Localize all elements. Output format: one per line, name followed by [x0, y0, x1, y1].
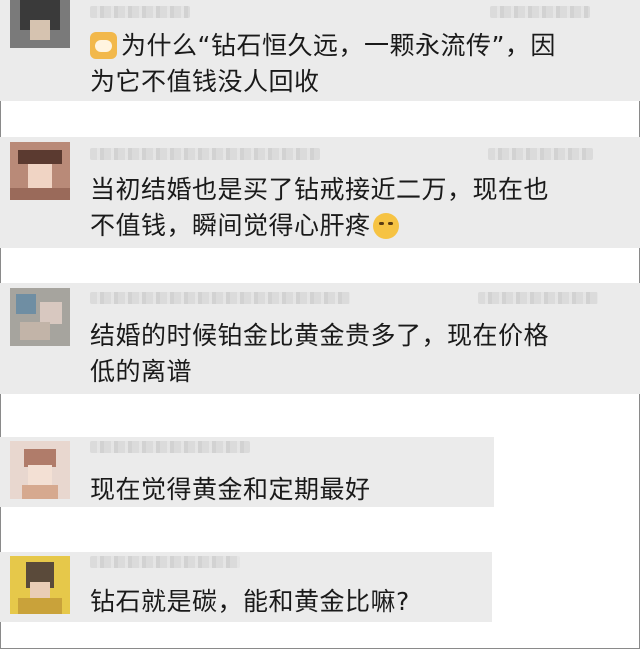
username-blurred	[90, 6, 190, 18]
username-blurred	[90, 441, 250, 453]
username-blurred	[90, 148, 320, 160]
comment-text: 钻石就是碳，能和黄金比嘛?	[90, 587, 410, 616]
avatar[interactable]	[10, 441, 70, 499]
comment-text: 当初结婚也是买了钻戒接近二万，现在也 不值钱，瞬间觉得心肝疼	[90, 175, 550, 240]
dog-emoji-icon	[90, 32, 117, 59]
crying-face-emoji-icon	[372, 213, 399, 239]
avatar[interactable]	[10, 0, 70, 48]
timestamp-blurred	[488, 148, 593, 160]
avatar[interactable]	[10, 142, 70, 200]
username-blurred	[90, 292, 350, 304]
username-blurred	[90, 556, 240, 568]
timestamp-blurred	[490, 6, 590, 18]
timestamp-blurred	[478, 292, 598, 304]
comment-text: 为什么“钻石恒久远，一颗永流传”，因 为它不值钱没人回收	[90, 31, 556, 96]
avatar[interactable]	[10, 288, 70, 346]
comment-text: 现在觉得黄金和定期最好	[90, 475, 371, 504]
comment-text: 结婚的时候铂金比黄金贵多了，现在价格 低的离谱	[90, 321, 550, 386]
avatar[interactable]	[10, 556, 70, 614]
